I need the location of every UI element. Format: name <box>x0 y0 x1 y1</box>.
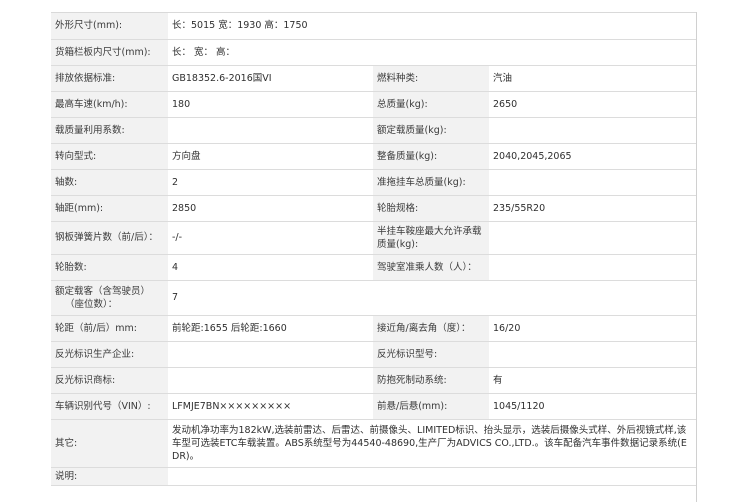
label-reflector-maker: 反光标识生产企业: <box>51 341 168 368</box>
table-row: 轮胎数: 4 驾驶室准乘人数（人）： <box>51 254 697 281</box>
label-saddle-load: 半挂车鞍座最大允许承载质量(kg): <box>373 221 489 255</box>
value-reflector-model <box>489 341 697 368</box>
table-row: 车辆识别代号（VIN）: LFMJE7BN××××××××× 前悬/后悬(mm)… <box>51 393 697 420</box>
label-tire-spec: 轮胎规格: <box>373 195 489 222</box>
label-gross-mass: 总质量(kg): <box>373 91 489 118</box>
label-reflector-brand: 反光标识商标: <box>51 367 168 394</box>
label-top-speed: 最高车速(km/h): <box>51 91 168 118</box>
table-row: 货箱栏板内尺寸(mm): 长： 宽： 高： <box>51 39 697 66</box>
label-load-utilization: 载质量利用系数: <box>51 117 168 144</box>
label-rated-load: 额定载质量(kg): <box>373 117 489 144</box>
label-leaf-springs: 钢板弹簧片数（前/后）： <box>51 221 168 255</box>
label-vin: 车辆识别代号（VIN）: <box>51 393 168 420</box>
label-curb-mass: 整备质量(kg): <box>373 143 489 170</box>
label-reflector-model: 反光标识型号: <box>373 341 489 368</box>
value-seating-capacity: 7 <box>168 280 697 316</box>
table-row: 轴距(mm): 2850 轮胎规格: 235/55R20 <box>51 195 697 222</box>
value-track-width: 前轮距:1655 后轮距:1660 <box>168 315 373 342</box>
label-track-width: 轮距（前/后）mm: <box>51 315 168 342</box>
value-gross-mass: 2650 <box>489 91 697 118</box>
label-seating-capacity: 额定载客（含驾驶员） （座位数）： <box>51 280 168 316</box>
label-cab-occupancy: 驾驶室准乘人数（人）： <box>373 254 489 281</box>
value-reflector-maker <box>168 341 373 368</box>
value-approach-departure: 16/20 <box>489 315 697 342</box>
table-row: 转向型式: 方向盘 整备质量(kg): 2040,2045,2065 <box>51 143 697 170</box>
value-reflector-brand <box>168 367 373 394</box>
table-row: 反光标识商标: 防抱死制动系统: 有 <box>51 367 697 394</box>
value-leaf-springs: -/- <box>168 221 373 255</box>
table-row: 额定载客（含驾驶员） （座位数）： 7 <box>51 280 697 316</box>
table-row: 最高车速(km/h): 180 总质量(kg): 2650 <box>51 91 697 118</box>
label-wheelbase: 轴距(mm): <box>51 195 168 222</box>
table-row: 排放依据标准: GB18352.6-2016国VI 燃料种类: 汽油 <box>51 65 697 92</box>
label-emission-standard: 排放依据标准: <box>51 65 168 92</box>
table-row: 轮距（前/后）mm: 前轮距:1655 后轮距:1660 接近角/离去角（度）：… <box>51 315 697 342</box>
value-steering-type: 方向盘 <box>168 143 373 170</box>
value-vin: LFMJE7BN××××××××× <box>168 393 373 420</box>
label-tire-count: 轮胎数: <box>51 254 168 281</box>
table-row: 轴数: 2 准拖挂车总质量(kg): <box>51 169 697 196</box>
value-load-utilization <box>168 117 373 144</box>
value-other: 发动机净功率为182kW,选装前雷达、后雷达、前摄像头、LIMITED标识、抬头… <box>168 419 697 468</box>
label-cargo-box-dimensions: 货箱栏板内尺寸(mm): <box>51 39 168 66</box>
value-rated-load <box>489 117 697 144</box>
value-tire-count: 4 <box>168 254 373 281</box>
value-wheelbase: 2850 <box>168 195 373 222</box>
label-steering-type: 转向型式: <box>51 143 168 170</box>
table-row: 说明: <box>51 467 697 486</box>
label-axle-count: 轴数: <box>51 169 168 196</box>
spec-table: 外形尺寸(mm): 长：5015 宽：1930 高：1750 货箱栏板内尺寸(m… <box>51 13 697 486</box>
value-trailer-mass <box>489 169 697 196</box>
label-trailer-mass: 准拖挂车总质量(kg): <box>373 169 489 196</box>
table-row: 其它: 发动机净功率为182kW,选装前雷达、后雷达、前摄像头、LIMITED标… <box>51 419 697 468</box>
table-row: 载质量利用系数: 额定载质量(kg): <box>51 117 697 144</box>
value-curb-mass: 2040,2045,2065 <box>489 143 697 170</box>
value-dimensions: 长：5015 宽：1930 高：1750 <box>168 13 697 40</box>
table-row: 外形尺寸(mm): 长：5015 宽：1930 高：1750 <box>51 13 697 40</box>
value-cargo-box-dimensions: 长： 宽： 高： <box>168 39 697 66</box>
label-abs: 防抱死制动系统: <box>373 367 489 394</box>
right-border <box>696 12 697 502</box>
label-seating-capacity-line2: （座位数）： <box>65 298 118 310</box>
table-row: 钢板弹簧片数（前/后）： -/- 半挂车鞍座最大允许承载质量(kg): <box>51 221 697 255</box>
value-overhang: 1045/1120 <box>489 393 697 420</box>
value-abs: 有 <box>489 367 697 394</box>
table-row: 反光标识生产企业: 反光标识型号: <box>51 341 697 368</box>
label-fuel-type: 燃料种类: <box>373 65 489 92</box>
value-saddle-load <box>489 221 697 255</box>
label-other: 其它: <box>51 419 168 468</box>
label-notes: 说明: <box>51 467 168 486</box>
label-dimensions: 外形尺寸(mm): <box>51 13 168 40</box>
value-axle-count: 2 <box>168 169 373 196</box>
label-approach-departure: 接近角/离去角（度）： <box>373 315 489 342</box>
value-notes <box>168 467 697 486</box>
label-seating-capacity-line1: 额定载客（含驾驶员） <box>55 285 151 297</box>
value-fuel-type: 汽油 <box>489 65 697 92</box>
label-overhang: 前悬/后悬(mm): <box>373 393 489 420</box>
value-tire-spec: 235/55R20 <box>489 195 697 222</box>
value-cab-occupancy <box>489 254 697 281</box>
value-top-speed: 180 <box>168 91 373 118</box>
value-emission-standard: GB18352.6-2016国VI <box>168 65 373 92</box>
